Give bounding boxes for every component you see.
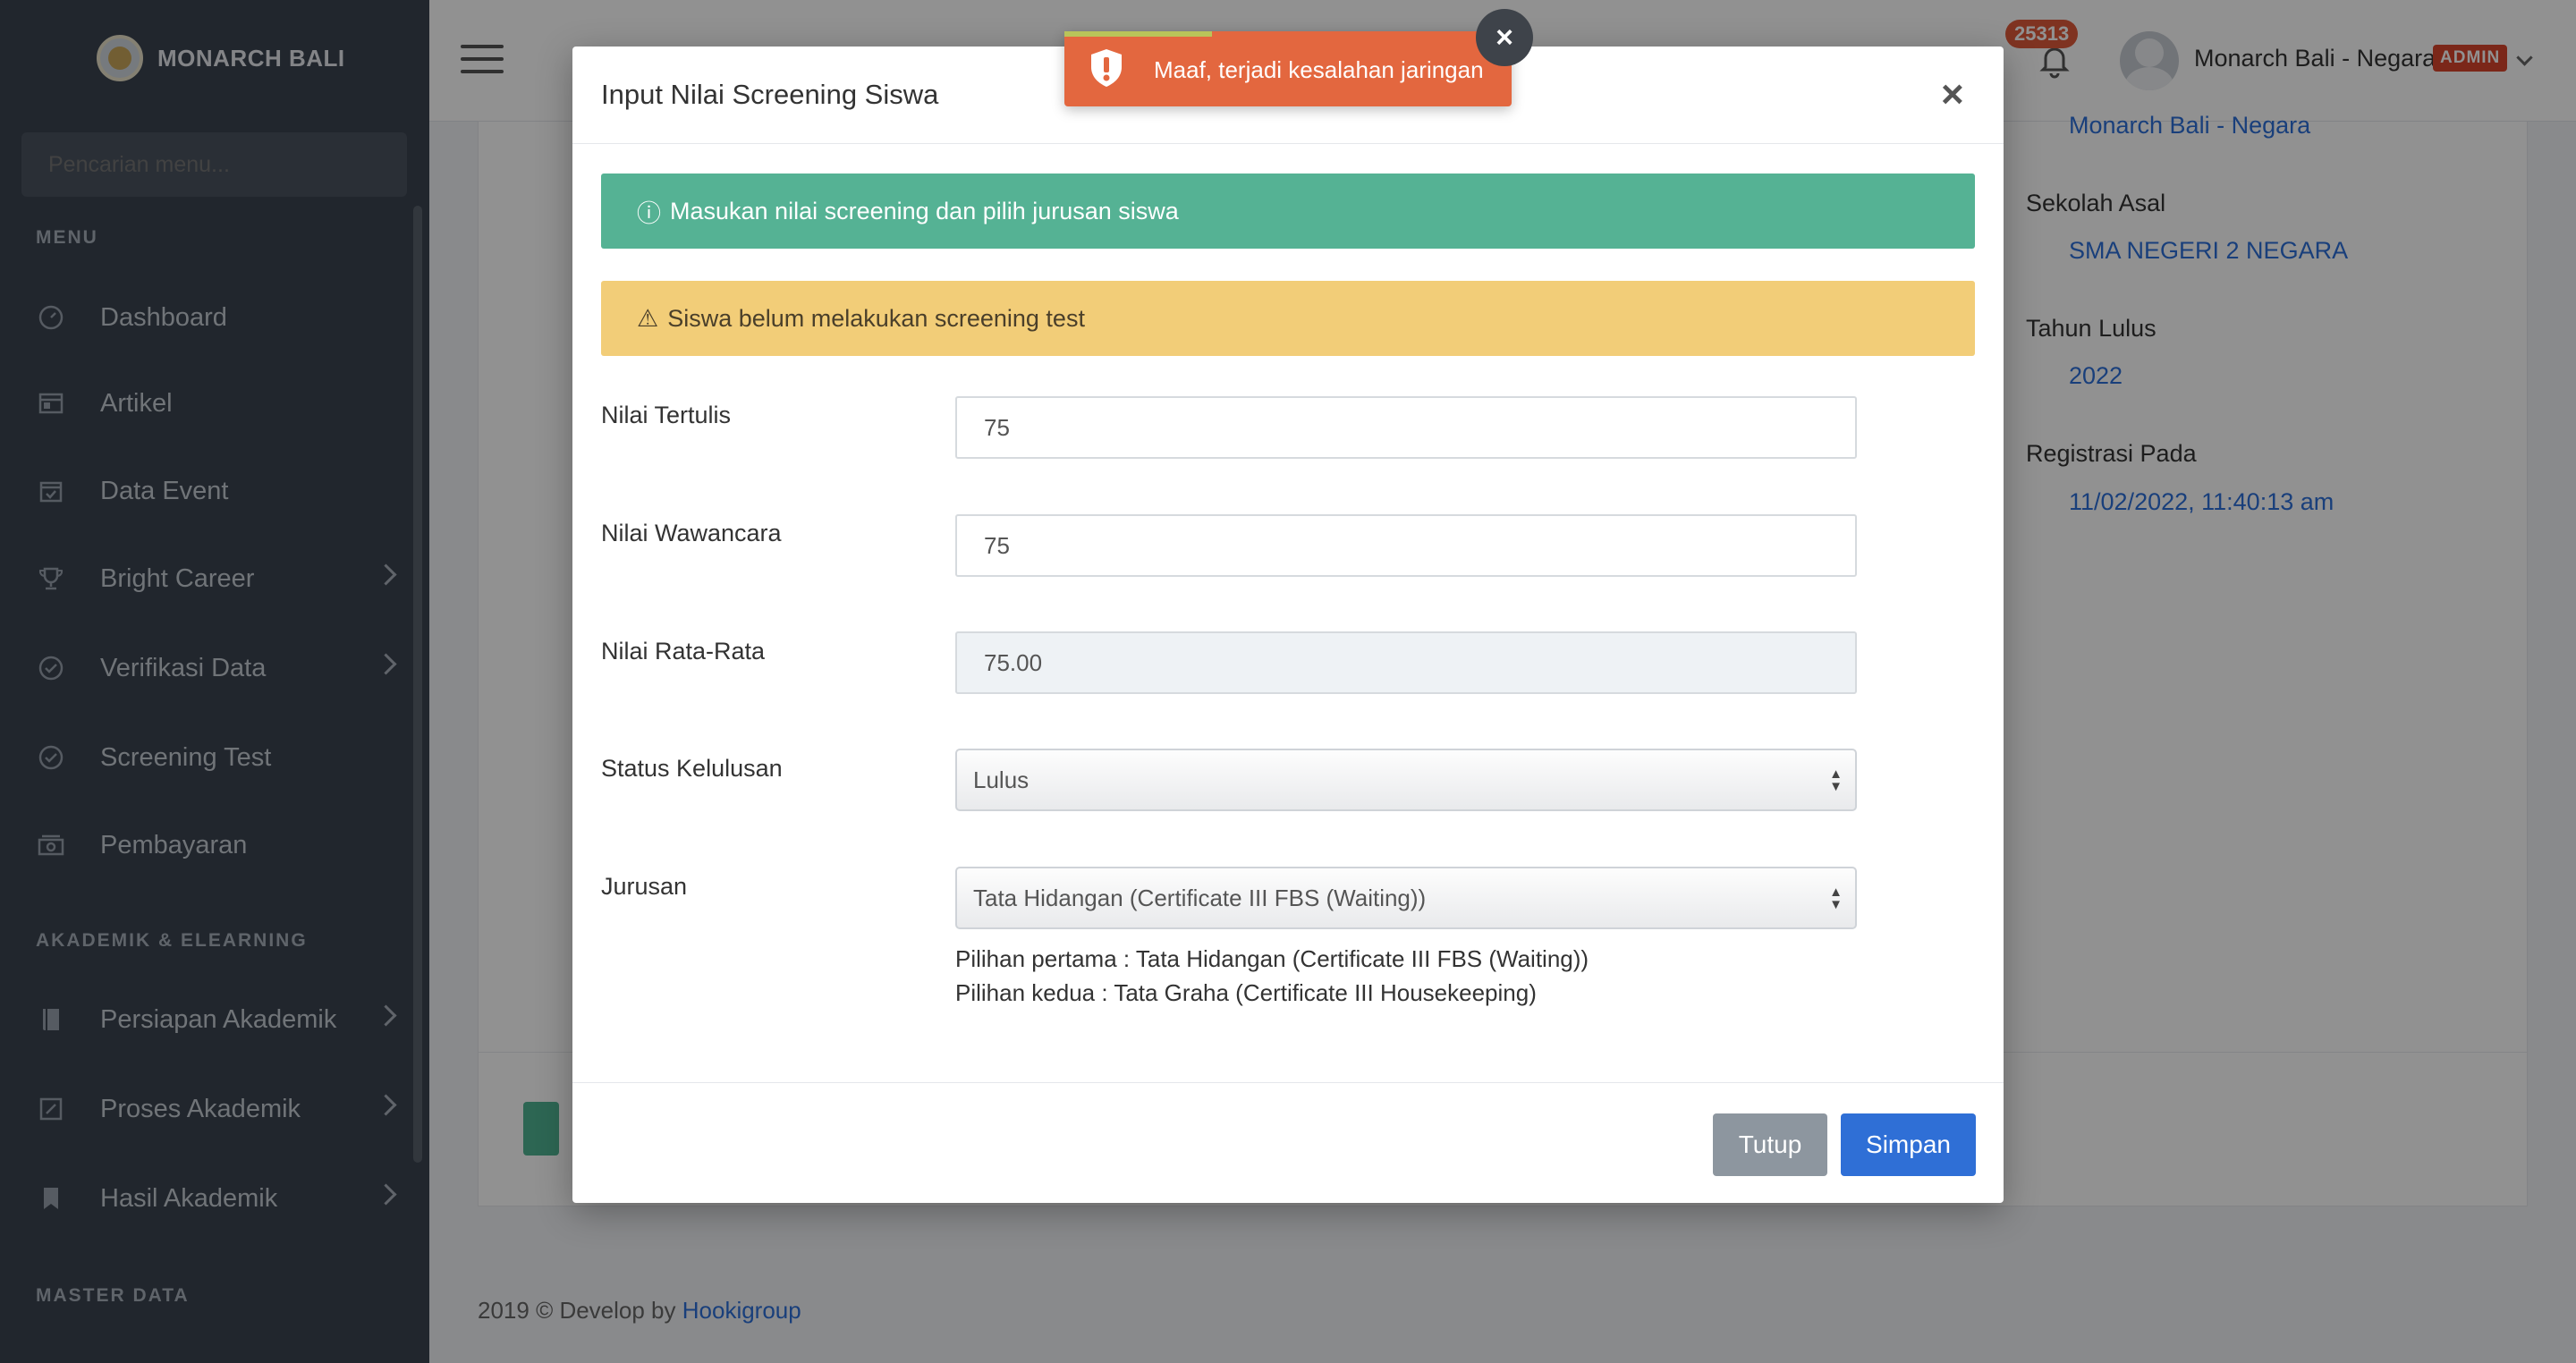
nilai-wawancara-input[interactable] (955, 514, 1857, 577)
warning-alert: ⚠ Siswa belum melakukan screening test (601, 281, 1975, 356)
select-arrows-icon: ▲ ▼ (1829, 766, 1843, 794)
tutup-button[interactable]: Tutup (1713, 1113, 1827, 1176)
warning-triangle-icon: ⚠ (637, 304, 659, 332)
status-kelulusan-select[interactable]: Lulus ▲ ▼ (955, 749, 1857, 811)
toast-progress-bar (1064, 31, 1212, 37)
nilai-tertulis-input[interactable] (955, 396, 1857, 459)
nilai-wawancara-label: Nilai Wawancara (601, 520, 782, 546)
jurusan-label: Jurusan (601, 873, 688, 900)
jurusan-select[interactable]: Tata Hidangan (Certificate III FBS (Wait… (955, 867, 1857, 929)
info-circle-icon: ⓘ (637, 199, 661, 227)
select-arrows-icon: ▲ ▼ (1829, 885, 1843, 912)
nilai-tertulis-label: Nilai Tertulis (601, 402, 732, 428)
info-alert-text: Masukan nilai screening dan pilih jurusa… (670, 197, 1179, 224)
modal-title: Input Nilai Screening Siswa (601, 79, 939, 110)
info-alert: ⓘ Masukan nilai screening dan pilih juru… (601, 174, 1975, 249)
screening-modal: Input Nilai Screening Siswa × ⓘ Masukan … (572, 47, 2004, 1203)
warning-shield-icon (1084, 46, 1129, 90)
error-toast: Maaf, terjadi kesalahan jaringan (1064, 31, 1512, 106)
status-kelulusan-label: Status Kelulusan (601, 755, 783, 782)
nilai-rata-rata-input (955, 631, 1857, 694)
toast-close-icon[interactable]: × (1476, 9, 1533, 66)
nilai-rata-rata-label: Nilai Rata-Rata (601, 638, 766, 665)
simpan-button[interactable]: Simpan (1841, 1113, 1976, 1176)
status-kelulusan-value: Lulus (973, 766, 1030, 793)
warning-alert-text: Siswa belum melakukan screening test (667, 304, 1085, 332)
toast-message: Maaf, terjadi kesalahan jaringan (1154, 56, 1484, 83)
close-icon[interactable]: × (1941, 75, 1964, 114)
modal-footer-divider (572, 1082, 2004, 1083)
jurusan-value: Tata Hidangan (Certificate III FBS (Wait… (973, 884, 1427, 911)
pilihan-kedua-text: Pilihan kedua : Tata Graha (Certificate … (955, 979, 1537, 1006)
pilihan-pertama-text: Pilihan pertama : Tata Hidangan (Certifi… (955, 945, 1589, 972)
